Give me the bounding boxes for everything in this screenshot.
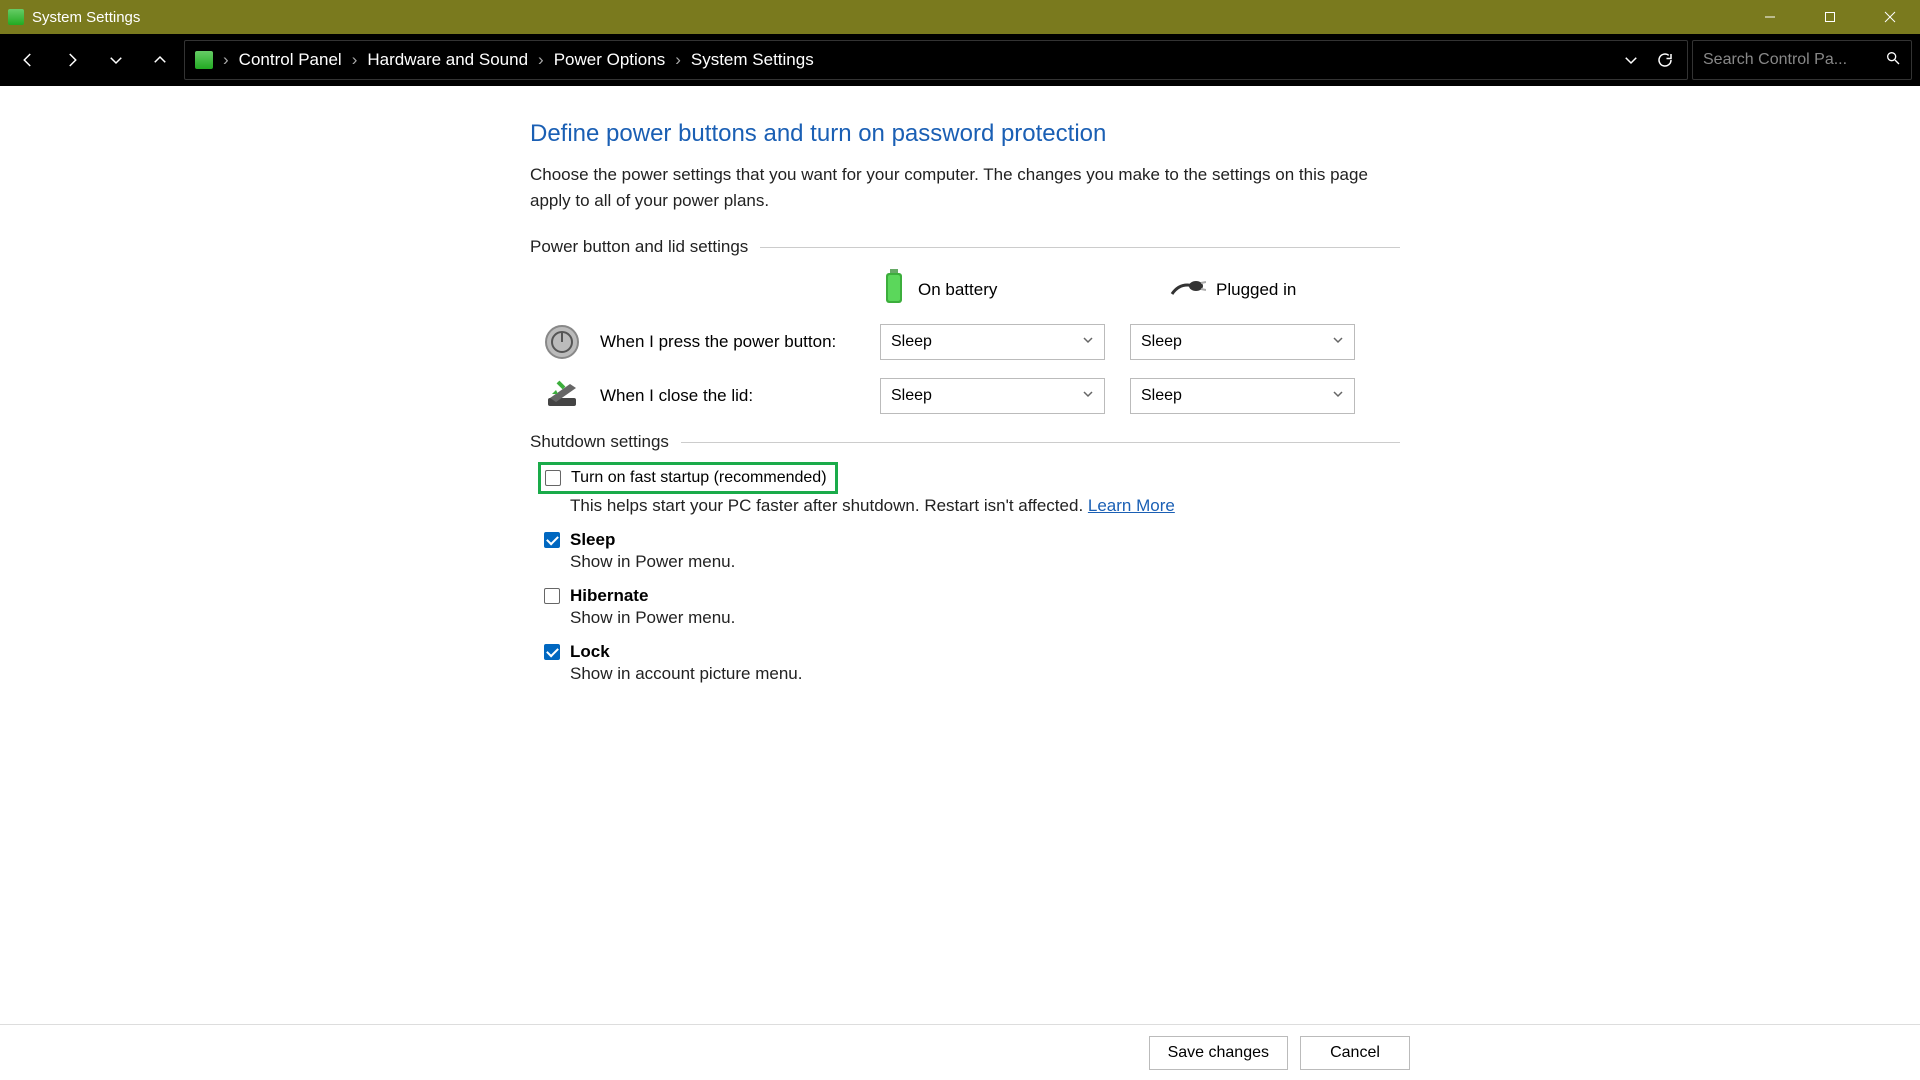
checkbox-label[interactable]: Lock [570,642,610,662]
power-button-icon [544,324,580,360]
breadcrumb-hardware-sound[interactable]: Hardware and Sound [367,50,528,70]
page-description: Choose the power settings that you want … [530,162,1400,213]
dropdown-power-button-plugged[interactable]: Sleep [1130,324,1355,360]
dropdown-power-button-battery[interactable]: Sleep [880,324,1105,360]
nav-bar: › Control Panel › Hardware and Sound › P… [0,34,1920,86]
chevron-down-icon [1332,333,1344,351]
search-icon [1885,50,1901,71]
item-description: Show in Power menu. [570,552,1400,572]
section-power-button-lid: Power button and lid settings [530,237,1400,257]
breadcrumb-system-settings[interactable]: System Settings [691,50,814,70]
checkbox-hibernate[interactable] [544,588,560,604]
cancel-button[interactable]: Cancel [1300,1036,1410,1070]
shutdown-item-fast-startup: Turn on fast startup (recommended) This … [544,462,1400,516]
column-label: Plugged in [1216,280,1296,300]
address-bar[interactable]: › Control Panel › Hardware and Sound › P… [184,40,1688,80]
column-on-battery: On battery [880,267,1110,312]
section-shutdown-settings: Shutdown settings [530,432,1400,452]
breadcrumb-sep: › [538,50,544,70]
shutdown-item-sleep: Sleep Show in Power menu. [544,530,1400,572]
recent-locations-button[interactable] [96,40,136,80]
address-dropdown-button[interactable] [1619,40,1643,80]
footer: Save changes Cancel [0,1024,1920,1080]
row-label: When I press the power button: [600,332,880,352]
breadcrumb-control-panel[interactable]: Control Panel [239,50,342,70]
up-button[interactable] [140,40,180,80]
learn-more-link[interactable]: Learn More [1088,496,1175,515]
highlight-fast-startup: Turn on fast startup (recommended) [538,462,838,494]
app-icon [8,9,24,25]
close-button[interactable] [1860,0,1920,34]
save-button[interactable]: Save changes [1149,1036,1288,1070]
maximize-button[interactable] [1800,0,1860,34]
dropdown-value: Sleep [891,333,932,351]
shutdown-item-hibernate: Hibernate Show in Power menu. [544,586,1400,628]
breadcrumb-power-options[interactable]: Power Options [554,50,666,70]
checkbox-label[interactable]: Hibernate [570,586,648,606]
dropdown-value: Sleep [891,387,932,405]
window-title: System Settings [32,9,140,26]
checkbox-lock[interactable] [544,644,560,660]
row-power-button: When I press the power button: Sleep Sle… [530,324,1400,360]
breadcrumb-sep: › [675,50,681,70]
section-label: Shutdown settings [530,432,669,452]
refresh-button[interactable] [1653,40,1677,80]
row-label: When I close the lid: [600,386,880,406]
column-plugged-in: Plugged in [1170,276,1400,303]
battery-icon [880,267,908,312]
chevron-down-icon [1082,387,1094,405]
forward-button[interactable] [52,40,92,80]
item-description: Show in Power menu. [570,608,1400,628]
close-lid-icon [544,378,580,414]
title-bar: System Settings [0,0,1920,34]
chevron-down-icon [1082,333,1094,351]
item-description: Show in account picture menu. [570,664,1400,684]
search-input[interactable]: Search Control Pa... [1692,40,1912,80]
back-button[interactable] [8,40,48,80]
checkbox-sleep[interactable] [544,532,560,548]
breadcrumb-sep: › [352,50,358,70]
page-title: Define power buttons and turn on passwor… [530,120,1400,148]
checkbox-fast-startup[interactable] [545,470,561,486]
checkbox-label[interactable]: Sleep [570,530,615,550]
section-label: Power button and lid settings [530,237,748,257]
dropdown-close-lid-battery[interactable]: Sleep [880,378,1105,414]
plug-icon [1170,276,1206,303]
control-panel-icon [195,51,213,69]
dropdown-close-lid-plugged[interactable]: Sleep [1130,378,1355,414]
item-description: This helps start your PC faster after sh… [570,496,1400,516]
chevron-down-icon [1332,387,1344,405]
content-area: Define power buttons and turn on passwor… [0,86,1920,1080]
dropdown-value: Sleep [1141,387,1182,405]
column-label: On battery [918,280,997,300]
breadcrumb-sep: › [223,50,229,70]
dropdown-value: Sleep [1141,333,1182,351]
row-close-lid: When I close the lid: Sleep Sleep [530,378,1400,414]
minimize-button[interactable] [1740,0,1800,34]
checkbox-label[interactable]: Turn on fast startup (recommended) [571,469,827,487]
shutdown-item-lock: Lock Show in account picture menu. [544,642,1400,684]
search-placeholder: Search Control Pa... [1703,51,1885,69]
